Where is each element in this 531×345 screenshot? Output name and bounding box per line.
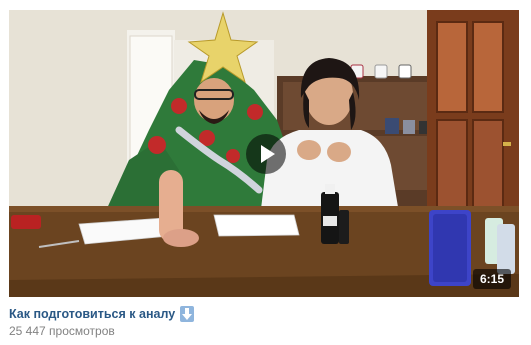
arrow-down-icon: [180, 306, 195, 322]
video-thumbnail[interactable]: 6:15: [9, 10, 519, 297]
video-card: 6:15 Как подготовиться к аналу 25 447 пр…: [0, 0, 531, 345]
play-button[interactable]: [246, 134, 286, 174]
video-duration: 6:15: [472, 269, 511, 289]
video-title[interactable]: Как подготовиться к аналу: [9, 307, 175, 321]
play-icon: [261, 145, 275, 163]
video-title-link[interactable]: Как подготовиться к аналу: [9, 305, 195, 323]
view-count: 25 447 просмотров: [9, 324, 115, 338]
